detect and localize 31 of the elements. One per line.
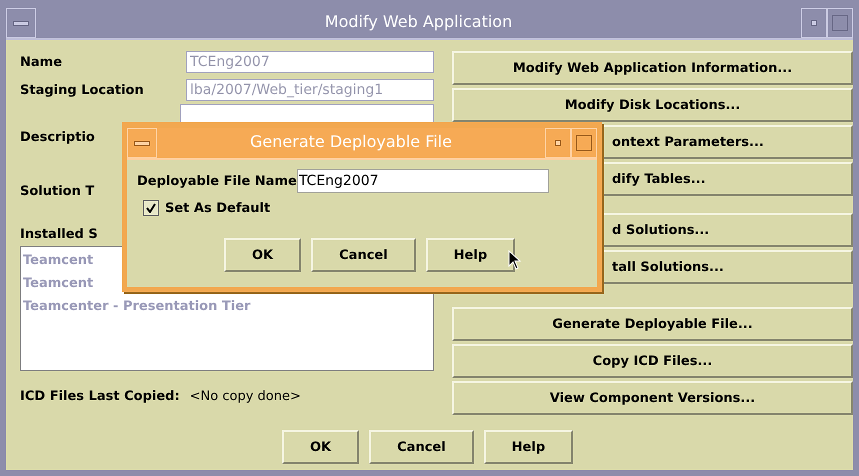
window-menu-button[interactable] xyxy=(127,128,157,158)
window-menu-button[interactable] xyxy=(6,8,36,38)
dialog-button[interactable]: Cancel xyxy=(311,238,416,272)
action-button[interactable]: Copy ICD Files... xyxy=(452,344,853,378)
action-button[interactable]: Modify Disk Locations... xyxy=(452,88,853,122)
dialog-button[interactable]: OK xyxy=(282,430,360,464)
field-label: Deployable File Name xyxy=(137,174,297,188)
dialog-button[interactable]: Help xyxy=(484,430,574,464)
dialog-button[interactable]: OK xyxy=(224,238,302,272)
field-label: Descriptio xyxy=(20,130,95,147)
field-label: Staging Location xyxy=(20,82,144,98)
status-label: ICD Files Last Copied: xyxy=(20,389,180,404)
checkbox[interactable] xyxy=(143,200,159,216)
window-title: Modify Web Application xyxy=(324,11,514,33)
action-button[interactable]: Generate Deployable File... xyxy=(452,307,853,341)
action-button[interactable]: View Component Versions... xyxy=(452,381,853,415)
maximize-button[interactable] xyxy=(827,8,853,38)
mouse-pointer-icon xyxy=(508,250,522,270)
dialog-button[interactable]: Help xyxy=(426,238,516,272)
minimize-button[interactable] xyxy=(801,8,827,38)
minimize-button[interactable] xyxy=(545,128,571,158)
dialog-title: Generate Deployable File xyxy=(249,131,453,153)
field-label: Solution T xyxy=(20,184,96,199)
file-name-field[interactable]: TCEng2007 xyxy=(296,169,549,193)
status-value: <No copy done> xyxy=(190,389,301,404)
field-label: Name xyxy=(20,54,62,70)
dialog-button[interactable]: Cancel xyxy=(369,430,474,464)
maximize-button[interactable] xyxy=(571,128,597,158)
checkbox-label: Set As Default xyxy=(165,200,270,216)
action-button[interactable]: Modify Web Application Information... xyxy=(452,51,853,85)
list-label: Installed S xyxy=(20,227,99,242)
